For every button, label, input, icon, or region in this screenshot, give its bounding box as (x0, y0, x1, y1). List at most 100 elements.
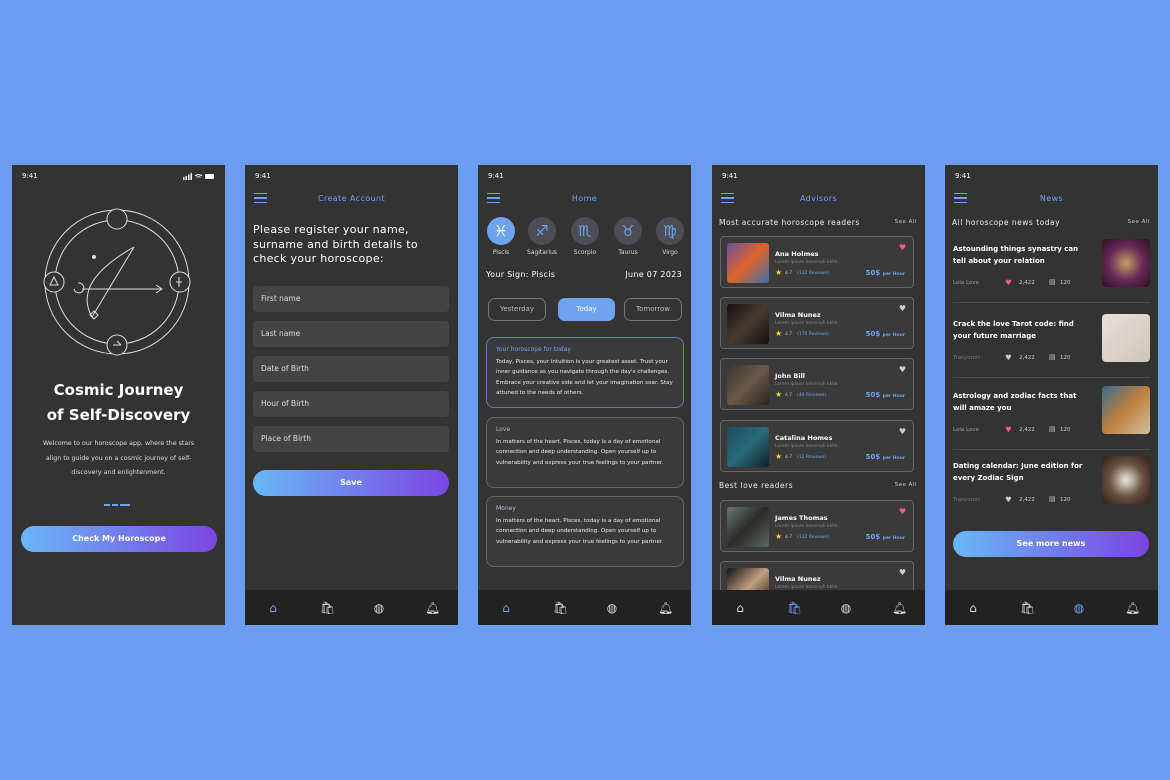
price-value: 50$ (865, 391, 881, 399)
price-unit: per Hour (882, 456, 905, 461)
save-button[interactable]: Save (253, 470, 449, 496)
check-horoscope-button[interactable]: Check My Horoscope (21, 526, 217, 552)
star-icon: ★ (775, 390, 783, 399)
advisor-reviews[interactable]: (132 Reviews) (797, 535, 829, 540)
zodiac-taurus-button[interactable]: ♉︎ (614, 217, 642, 245)
heart-icon[interactable]: ♥ (1005, 353, 1012, 362)
advisor-card[interactable]: John Bill Lorem ipsum lomerujh kkhk ★ 4.… (720, 358, 914, 410)
bag-icon[interactable]: 🛍︎ (320, 601, 335, 615)
page-title: Advisors (799, 194, 838, 203)
bell-icon[interactable]: 🔔︎ (425, 601, 440, 615)
tab-today[interactable]: Today (558, 298, 615, 321)
globe-icon[interactable]: ◍ (1072, 601, 1086, 615)
news-title[interactable]: Dating calendar: June edition for every … (953, 460, 1088, 484)
home-icon[interactable]: ⌂ (966, 601, 980, 615)
bag-icon[interactable]: 🛍︎ (1020, 601, 1035, 615)
favorite-heart-icon[interactable]: ♥ (899, 304, 906, 313)
advisor-card[interactable]: James Thomas Lorem ipsum lomerujh kkhk ★… (720, 500, 914, 552)
see-all-link[interactable]: See All (1128, 219, 1150, 225)
news-item[interactable]: Dating calendar: June edition for every … (953, 456, 1150, 528)
news-item[interactable]: Astounding things synastry can tell abou… (953, 239, 1150, 311)
like-count: 2,422 (1019, 280, 1035, 286)
home-icon[interactable]: ⌂ (733, 601, 747, 615)
globe-icon[interactable]: ◍ (372, 601, 386, 615)
advisor-price: 50$ per Hour (866, 453, 905, 461)
see-more-news-button[interactable]: See more news (953, 531, 1149, 557)
news-title[interactable]: Astounding things synastry can tell abou… (953, 243, 1088, 267)
advisor-reviews[interactable]: (12 Reviews) (797, 455, 826, 460)
zodiac-label: Scorpio (573, 249, 597, 256)
zodiac-virgo-icon: ♍︎ (663, 222, 677, 240)
price-value: 50$ (865, 330, 881, 338)
like-count: 2,422 (1019, 497, 1035, 503)
home-icon[interactable]: ⌂ (499, 601, 513, 615)
comment-icon[interactable]: ▤ (1049, 425, 1056, 433)
favorite-heart-icon[interactable]: ♥ (899, 243, 906, 252)
section-love-readers: Best love readers See All (719, 481, 917, 490)
advisor-card[interactable]: Catalina Homes Lorem ipsum lomerujh kkhk… (720, 420, 914, 472)
card-heading: Love (496, 426, 511, 433)
see-all-link[interactable]: See All (895, 482, 917, 488)
see-all-link[interactable]: See All (895, 219, 917, 225)
tab-tomorrow[interactable]: Tomorrow (624, 298, 682, 321)
zodiac-label: Taurus (618, 249, 638, 256)
news-title[interactable]: Astrology and zodiac facts that will ama… (953, 390, 1088, 414)
first-name-input[interactable]: First name (253, 286, 449, 312)
favorite-heart-icon[interactable]: ♥ (899, 427, 906, 436)
onboarding-title-line1: Cosmic Journey (53, 381, 184, 399)
advisor-price: 50$ per Hour (866, 269, 905, 277)
card-body: Today, Pisces, your intuition is your gr… (496, 359, 673, 396)
comment-count: 120 (1060, 280, 1071, 286)
bell-icon[interactable]: 🔔︎ (1125, 601, 1140, 615)
bag-icon[interactable]: 🛍︎ (553, 601, 568, 615)
tab-yesterday[interactable]: Yesterday (488, 298, 546, 321)
zodiac-sagitarius-button[interactable]: ♐︎ (528, 217, 556, 245)
divider (953, 377, 1150, 378)
horoscope-today-card: Your horoscope for today Today, Pisces, y… (486, 337, 684, 408)
news-thumbnail (1102, 314, 1150, 362)
zodiac-scorpio-button[interactable]: ♏︎ (571, 217, 599, 245)
star-icon: ★ (775, 329, 783, 338)
news-item[interactable]: Crack the love Tarot code: find your fut… (953, 314, 1150, 386)
last-name-input[interactable]: Last name (253, 321, 449, 347)
status-bar: 9:41 (722, 172, 915, 182)
zodiac-virgo-button[interactable]: ♍︎ (656, 217, 684, 245)
globe-icon[interactable]: ◍ (839, 601, 853, 615)
advisor-reviews[interactable]: (40 Reviews) (797, 393, 826, 398)
heart-icon[interactable]: ♥ (1005, 425, 1012, 434)
like-count: 2,422 (1019, 355, 1035, 361)
advisor-card[interactable]: Vilma Nunez Lorem ipsum lomerujh kkhk ★ … (720, 297, 914, 349)
news-thumbnail (1102, 386, 1150, 434)
favorite-heart-icon[interactable]: ♥ (899, 568, 906, 577)
your-sign: Your Sign: Piscis (486, 270, 556, 279)
home-icon[interactable]: ⌂ (266, 601, 280, 615)
divider (953, 449, 1150, 450)
advisor-card[interactable]: Ana Holmes Lorem ipsum lomerujh kkhk ★ 4… (720, 236, 914, 288)
hour-of-birth-input[interactable]: Hour of Birth (253, 391, 449, 417)
home-screen: 9:41 Home ♓︎ Piscis ♐︎ Sagitarius ♏︎ Scorpio ♉… (478, 165, 691, 625)
price-value: 50$ (865, 533, 881, 541)
bell-icon[interactable]: 🔔︎ (658, 601, 673, 615)
comment-icon[interactable]: ▤ (1049, 353, 1056, 361)
bell-icon[interactable]: 🔔︎ (892, 601, 907, 615)
heart-icon[interactable]: ♥ (1005, 495, 1012, 504)
advisor-reviews[interactable]: (170 Reviews) (797, 332, 829, 337)
place-of-birth-input[interactable]: Place of Birth (253, 426, 449, 452)
page-title: News (1039, 194, 1064, 203)
comment-icon[interactable]: ▤ (1049, 278, 1056, 286)
favorite-heart-icon[interactable]: ♥ (899, 365, 906, 374)
bag-icon[interactable]: 🛍︎ (787, 601, 802, 615)
favorite-heart-icon[interactable]: ♥ (899, 507, 906, 516)
comment-count: 120 (1060, 497, 1071, 503)
price-value: 50$ (865, 269, 881, 277)
bottom-nav: ⌂ 🛍︎ ◍ 🔔︎ (245, 590, 458, 625)
news-item[interactable]: Astrology and zodiac facts that will ama… (953, 386, 1150, 458)
zodiac-piscis-button[interactable]: ♓︎ (487, 217, 515, 245)
price-unit: per Hour (882, 272, 905, 277)
comment-icon[interactable]: ▤ (1049, 495, 1056, 503)
heart-icon[interactable]: ♥ (1005, 278, 1012, 287)
date-of-birth-input[interactable]: Date of Birth (253, 356, 449, 382)
advisor-reviews[interactable]: (132 Reviews) (797, 271, 829, 276)
news-title[interactable]: Crack the love Tarot code: find your fut… (953, 318, 1088, 342)
globe-icon[interactable]: ◍ (605, 601, 619, 615)
